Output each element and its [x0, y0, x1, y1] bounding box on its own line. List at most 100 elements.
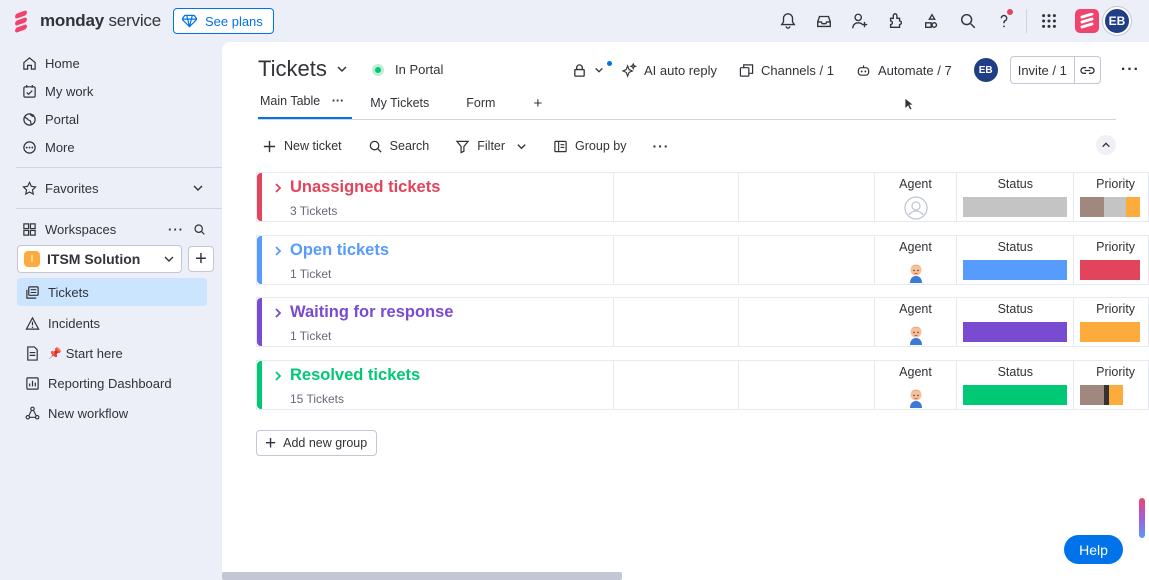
ai-auto-reply-button[interactable]: AI auto reply	[622, 62, 717, 78]
priority-summary-bar[interactable]	[1080, 322, 1148, 342]
ticket-group[interactable]: Resolved tickets 15 Tickets Agent Status Pri…	[256, 360, 1149, 410]
tab-main-table[interactable]: Main Table ···	[258, 94, 353, 119]
board-member-avatar[interactable]: EB	[973, 58, 998, 82]
agent-avatar[interactable]	[904, 259, 928, 283]
board-title-text: Tickets	[258, 56, 327, 81]
chevron-right-icon[interactable]	[273, 370, 283, 382]
column-header-priority[interactable]: Priority	[1096, 302, 1148, 316]
apps-grid-icon[interactable]	[1031, 3, 1067, 39]
group-header[interactable]: Unassigned tickets 3 Tickets	[262, 173, 615, 221]
integrations-icon[interactable]	[878, 3, 914, 39]
board-menu-icon[interactable]: ···	[1121, 61, 1140, 79]
sidebar-item-reporting-dashboard[interactable]: Reporting Dashboard	[8, 369, 222, 397]
group-empty-column	[614, 236, 739, 284]
status-summary-bar[interactable]	[963, 385, 1068, 405]
workspaces-more-icon[interactable]: ···	[168, 222, 184, 237]
priority-segment	[1109, 385, 1124, 405]
plus-icon: +	[195, 247, 207, 270]
column-header-agent[interactable]: Agent	[875, 365, 957, 379]
sidebar-favorites[interactable]: Favorites	[8, 174, 222, 202]
sidebar-item-new-workflow[interactable]: New workflow	[8, 399, 222, 427]
monday-logo[interactable]: monday service	[12, 9, 161, 34]
column-header-priority[interactable]: Priority	[1096, 240, 1148, 254]
add-view-button[interactable]: +	[531, 95, 546, 119]
chevron-right-icon[interactable]	[273, 307, 283, 319]
status-summary-bar[interactable]	[963, 322, 1068, 342]
workspace-selector[interactable]: I ITSM Solution	[17, 245, 182, 273]
workspaces-search-icon[interactable]	[193, 223, 206, 236]
shapes-icon[interactable]	[914, 3, 950, 39]
sidebar-item-tickets[interactable]: Tickets	[17, 278, 207, 306]
horizontal-scrollbar[interactable]	[222, 572, 622, 580]
sidebar-item-portal[interactable]: Portal	[8, 105, 222, 133]
product-switcher-icon[interactable]	[1075, 9, 1099, 33]
group-by-label: Group by	[575, 139, 627, 153]
ticket-group[interactable]: Waiting for response 1 Ticket Agent Status P…	[256, 297, 1149, 347]
add-new-group-button[interactable]: + Add new group	[256, 430, 378, 456]
agent-avatar[interactable]	[904, 384, 928, 408]
notifications-bell-icon[interactable]	[770, 3, 806, 39]
tab-form[interactable]: Form	[464, 96, 499, 119]
user-avatar[interactable]: EB	[1103, 7, 1131, 35]
group-title[interactable]: Waiting for response	[290, 303, 454, 322]
unassigned-person-icon[interactable]	[903, 196, 928, 220]
invite-button[interactable]: Invite / 1	[1009, 56, 1101, 84]
new-ticket-button[interactable]: New ticket	[262, 139, 342, 154]
column-header-agent[interactable]: Agent	[875, 177, 957, 191]
priority-summary-bar[interactable]	[1080, 197, 1148, 217]
search-icon[interactable]	[950, 3, 986, 39]
board-title[interactable]: Tickets	[258, 56, 348, 82]
group-title[interactable]: Resolved tickets	[290, 366, 420, 385]
sidebar-item-home[interactable]: Home	[8, 49, 222, 77]
sidebar-item-start-here[interactable]: 📌 Start here	[8, 339, 222, 367]
sidebar-item-my-work[interactable]: My work	[8, 77, 222, 105]
help-question-icon[interactable]	[986, 3, 1022, 39]
inbox-icon[interactable]	[806, 3, 842, 39]
copy-link-button[interactable]	[1073, 57, 1100, 83]
chevron-right-icon[interactable]	[273, 245, 283, 257]
group-by-button[interactable]: Group by	[553, 139, 626, 154]
column-header-agent[interactable]: Agent	[875, 240, 957, 254]
channels-button[interactable]: Channels / 1	[739, 63, 834, 78]
column-header-priority[interactable]: Priority	[1096, 177, 1148, 191]
status-summary-bar[interactable]	[963, 260, 1068, 280]
invite-members-icon[interactable]	[842, 3, 878, 39]
priority-summary-bar[interactable]	[1080, 260, 1148, 280]
status-column: Status	[957, 298, 1075, 346]
group-header[interactable]: Resolved tickets 15 Tickets	[262, 361, 615, 409]
toolbar-more-icon[interactable]: ···	[652, 138, 669, 154]
portal-status[interactable]: In Portal	[372, 62, 443, 77]
status-summary-bar[interactable]	[963, 197, 1068, 217]
add-item-button[interactable]: +	[188, 246, 214, 272]
group-title[interactable]: Unassigned tickets	[290, 178, 440, 197]
ticket-group[interactable]: Open tickets 1 Ticket Agent Status Priority	[256, 235, 1149, 285]
automate-button[interactable]: Automate / 7	[856, 63, 952, 78]
filter-button[interactable]: Filter	[455, 139, 527, 154]
tab-my-tickets[interactable]: My Tickets	[368, 96, 433, 119]
board-permissions-button[interactable]	[572, 60, 612, 78]
brand-name: monday service	[40, 11, 161, 30]
see-plans-button[interactable]: See plans	[172, 8, 274, 34]
chevron-right-icon[interactable]	[273, 182, 283, 194]
collapse-header-button[interactable]	[1096, 135, 1116, 155]
sidebar-item-more[interactable]: More	[8, 133, 222, 161]
priority-summary-bar[interactable]	[1080, 385, 1148, 405]
column-header-status[interactable]: Status	[957, 365, 1073, 379]
ticket-group[interactable]: Unassigned tickets 3 Tickets Agent Status Pr…	[256, 172, 1149, 222]
chevron-down-icon[interactable]	[516, 141, 527, 152]
column-header-status[interactable]: Status	[957, 240, 1073, 254]
tab-more-icon[interactable]: ···	[332, 94, 345, 108]
scroll-indicator[interactable]	[1139, 498, 1145, 538]
search-button[interactable]: Search	[368, 139, 429, 154]
agent-avatar[interactable]	[904, 321, 928, 345]
column-header-status[interactable]: Status	[957, 177, 1073, 191]
group-title[interactable]: Open tickets	[290, 241, 389, 260]
group-header[interactable]: Waiting for response 1 Ticket	[262, 298, 615, 346]
column-header-status[interactable]: Status	[957, 302, 1073, 316]
sidebar-item-incidents[interactable]: Incidents	[8, 309, 222, 337]
sidebar-workspaces[interactable]: Workspaces ···	[8, 215, 222, 243]
help-button[interactable]: Help	[1064, 535, 1123, 564]
group-header[interactable]: Open tickets 1 Ticket	[262, 236, 615, 284]
column-header-priority[interactable]: Priority	[1096, 365, 1148, 379]
column-header-agent[interactable]: Agent	[875, 302, 957, 316]
